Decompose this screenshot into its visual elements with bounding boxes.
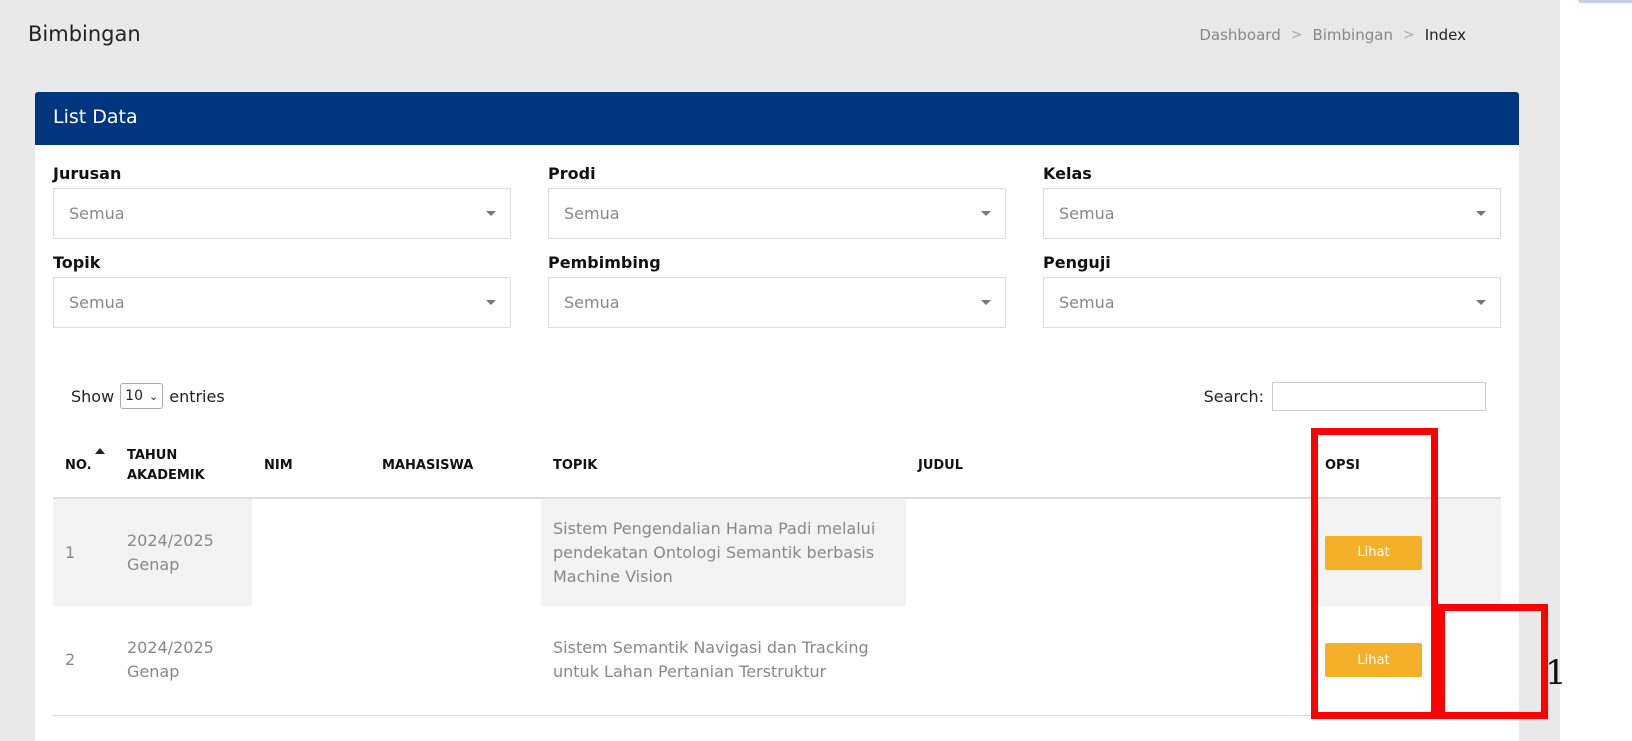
filter-pembimbing: Pembimbing Semua bbox=[548, 253, 1006, 328]
annotation-box-opsi bbox=[1311, 428, 1438, 719]
filter-label: Topik bbox=[53, 253, 101, 272]
cell-nim bbox=[252, 606, 370, 716]
prodi-select[interactable]: Semua bbox=[548, 188, 1006, 239]
right-panel bbox=[1560, 0, 1632, 741]
annotation-box-label bbox=[1438, 604, 1548, 719]
cell-judul bbox=[906, 498, 1313, 606]
cell-topik: Sistem Semantik Navigasi dan Tracking un… bbox=[541, 606, 906, 716]
table-search: Search: bbox=[1203, 381, 1486, 411]
cell-judul bbox=[906, 606, 1313, 716]
cell-no: 2 bbox=[53, 606, 115, 716]
search-label: Search: bbox=[1203, 386, 1264, 406]
cell-tahun: 2024/2025 Genap bbox=[115, 606, 252, 716]
breadcrumb-index: Index bbox=[1424, 26, 1466, 44]
filter-label: Jurusan bbox=[53, 164, 122, 183]
column-no[interactable]: NO. bbox=[53, 434, 115, 499]
filter-label: Prodi bbox=[548, 164, 596, 183]
topik-select[interactable]: Semua bbox=[53, 277, 511, 328]
select-value: Semua bbox=[1059, 293, 1115, 312]
cell-no: 1 bbox=[53, 498, 115, 606]
select-value: Semua bbox=[69, 293, 125, 312]
breadcrumb-separator: > bbox=[1402, 27, 1415, 43]
jurusan-select[interactable]: Semua bbox=[53, 188, 511, 239]
filter-label: Pembimbing bbox=[548, 253, 661, 272]
penguji-select[interactable]: Semua bbox=[1043, 277, 1501, 328]
entries-length: Show 10 ⌄ entries bbox=[71, 383, 225, 409]
cell-nim bbox=[252, 498, 370, 606]
filter-label: Penguji bbox=[1043, 253, 1111, 272]
bimbingan-table: NO. TAHUN AKADEMIK NIM MAHASISWA TOPIK J… bbox=[53, 434, 1501, 716]
list-data-card: List Data Jurusan Semua Prodi Semua Kela… bbox=[35, 92, 1519, 741]
search-input[interactable] bbox=[1272, 381, 1486, 411]
entries-select[interactable]: 10 ⌄ bbox=[120, 383, 164, 409]
filters-grid: Jurusan Semua Prodi Semua Kelas Semua To… bbox=[53, 164, 1503, 328]
select-value: Semua bbox=[69, 204, 125, 223]
chevron-down-icon: ⌄ bbox=[149, 389, 159, 403]
cell-tahun-text: 2024/2025 Genap bbox=[127, 530, 214, 574]
caret-down-icon bbox=[1476, 211, 1486, 216]
column-tahun-akademik[interactable]: TAHUN AKADEMIK bbox=[115, 434, 252, 499]
cell-tahun-text: 2024/2025 Genap bbox=[127, 638, 214, 682]
show-label: Show bbox=[71, 386, 115, 406]
entries-label: entries bbox=[169, 386, 225, 406]
select-value: Semua bbox=[564, 204, 620, 223]
column-label: TAHUN AKADEMIK bbox=[127, 447, 205, 483]
caret-down-icon bbox=[486, 211, 496, 216]
annotation-label: 1 bbox=[1545, 653, 1567, 693]
caret-down-icon bbox=[1476, 300, 1486, 305]
pembimbing-select[interactable]: Semua bbox=[548, 277, 1006, 328]
kelas-select[interactable]: Semua bbox=[1043, 188, 1501, 239]
caret-down-icon bbox=[981, 211, 991, 216]
filter-topik: Topik Semua bbox=[53, 253, 511, 328]
column-judul[interactable]: JUDUL bbox=[906, 434, 1313, 499]
breadcrumb-bimbingan[interactable]: Bimbingan bbox=[1312, 26, 1393, 44]
cell-topik: Sistem Pengendalian Hama Padi melalui pe… bbox=[541, 498, 906, 606]
breadcrumb: Dashboard > Bimbingan > Index bbox=[1199, 26, 1466, 44]
card-header: List Data bbox=[35, 92, 1519, 145]
caret-down-icon bbox=[981, 300, 991, 305]
cell-mahasiswa bbox=[370, 498, 541, 606]
entries-value: 10 bbox=[125, 388, 143, 404]
filter-label: Kelas bbox=[1043, 164, 1092, 183]
filter-prodi: Prodi Semua bbox=[548, 164, 1006, 239]
panel-corner bbox=[1578, 0, 1632, 3]
column-mahasiswa[interactable]: MAHASISWA bbox=[370, 434, 541, 499]
select-value: Semua bbox=[1059, 204, 1115, 223]
column-nim[interactable]: NIM bbox=[252, 434, 370, 499]
breadcrumb-dashboard[interactable]: Dashboard bbox=[1199, 26, 1280, 44]
page-title: Bimbingan bbox=[28, 22, 141, 46]
table-row: 2 2024/2025 Genap Sistem Semantik Naviga… bbox=[53, 606, 1501, 716]
filter-penguji: Penguji Semua bbox=[1043, 253, 1501, 328]
filter-jurusan: Jurusan Semua bbox=[53, 164, 511, 239]
select-value: Semua bbox=[564, 293, 620, 312]
table-controls: Show 10 ⌄ entries Search: bbox=[71, 380, 1486, 412]
column-topik[interactable]: TOPIK bbox=[541, 434, 906, 499]
caret-down-icon bbox=[486, 300, 496, 305]
table-row: 1 2024/2025 Genap Sistem Pengendalian Ha… bbox=[53, 498, 1501, 606]
filter-kelas: Kelas Semua bbox=[1043, 164, 1501, 239]
cell-mahasiswa bbox=[370, 606, 541, 716]
table-header-row: NO. TAHUN AKADEMIK NIM MAHASISWA TOPIK J… bbox=[53, 434, 1501, 499]
cell-tahun: 2024/2025 Genap bbox=[115, 498, 252, 606]
breadcrumb-separator: > bbox=[1290, 27, 1303, 43]
